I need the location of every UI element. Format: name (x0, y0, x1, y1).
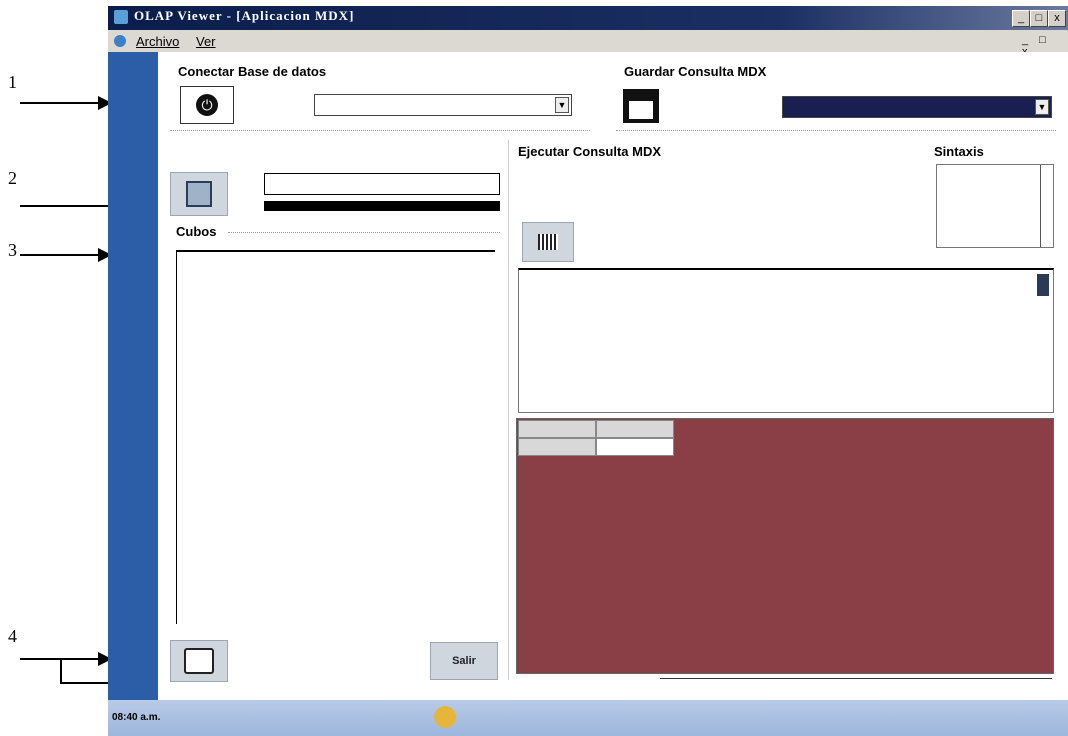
mdx-query-textarea[interactable] (518, 268, 1054, 413)
exit-button[interactable]: Salir (430, 642, 498, 680)
chevron-down-icon: ▼ (1035, 99, 1049, 115)
mid-divider (508, 140, 509, 680)
printer-icon (184, 648, 214, 674)
progress-bar (264, 201, 500, 211)
connect-button[interactable]: ⏻ (180, 86, 234, 124)
grid-data-cell[interactable] (596, 438, 674, 456)
menu-app-icon (114, 35, 126, 47)
result-grid[interactable] (516, 418, 1054, 674)
connect-group-border (170, 130, 590, 131)
callout-2: 2 (8, 168, 17, 188)
cube-filter-input[interactable] (264, 173, 500, 195)
bottom-rule (660, 678, 1052, 679)
minimize-button[interactable]: _ (1012, 10, 1030, 27)
window-title: OLAP Viewer - [Aplicacion MDX] (134, 8, 355, 23)
taskbar-app-icon[interactable] (434, 706, 456, 728)
report-button[interactable] (170, 640, 228, 682)
app-icon (114, 10, 128, 24)
syntax-label: Sintaxis (934, 144, 984, 159)
cubes-group-border (228, 232, 500, 233)
query-scroll-thumb[interactable] (1037, 274, 1049, 296)
exit-button-label: Salir (452, 655, 476, 667)
power-icon: ⏻ (196, 94, 218, 116)
mdi-controls[interactable]: _ □ x (1022, 34, 1064, 58)
taskbar (108, 700, 1068, 736)
connect-group-label: Conectar Base de datos (178, 64, 327, 79)
arrow-1 (20, 102, 100, 104)
refresh-cubes-button[interactable] (170, 172, 228, 216)
syntax-scrollbar[interactable] (1040, 165, 1053, 247)
callout-3: 3 (8, 240, 17, 260)
maximize-button[interactable]: □ (1030, 10, 1048, 27)
execute-button[interactable] (522, 222, 574, 262)
execute-label: Ejecutar Consulta MDX (518, 144, 662, 159)
cubes-label: Cubos (176, 224, 217, 239)
save-group-border (616, 130, 1056, 131)
barcode-icon (538, 234, 558, 250)
taskbar-clock: 08:40 a.m. (112, 712, 161, 723)
grid-header-cell (518, 420, 596, 438)
database-combo[interactable]: ▼ (314, 94, 572, 116)
grid-header-cell (596, 420, 674, 438)
menu-ver[interactable]: Ver (196, 34, 216, 49)
cubes-tree[interactable] (176, 250, 495, 624)
save-group-label: Guardar Consulta MDX (624, 64, 767, 79)
syntax-box[interactable] (936, 164, 1054, 248)
menu-bar (108, 30, 1068, 53)
callout-1: 1 (8, 72, 17, 92)
callout-4: 4 (8, 626, 17, 646)
cube-icon (186, 181, 212, 207)
clapper-icon (623, 89, 659, 123)
save-button[interactable] (622, 88, 660, 124)
sidebar-panel (108, 52, 158, 700)
arrow-3 (20, 254, 100, 256)
grid-row-header (518, 438, 596, 456)
menu-archivo[interactable]: Archivo (136, 34, 179, 49)
close-button[interactable]: x (1048, 10, 1066, 27)
chevron-down-icon: ▼ (555, 97, 569, 113)
save-query-combo[interactable]: ▼ (782, 96, 1052, 118)
